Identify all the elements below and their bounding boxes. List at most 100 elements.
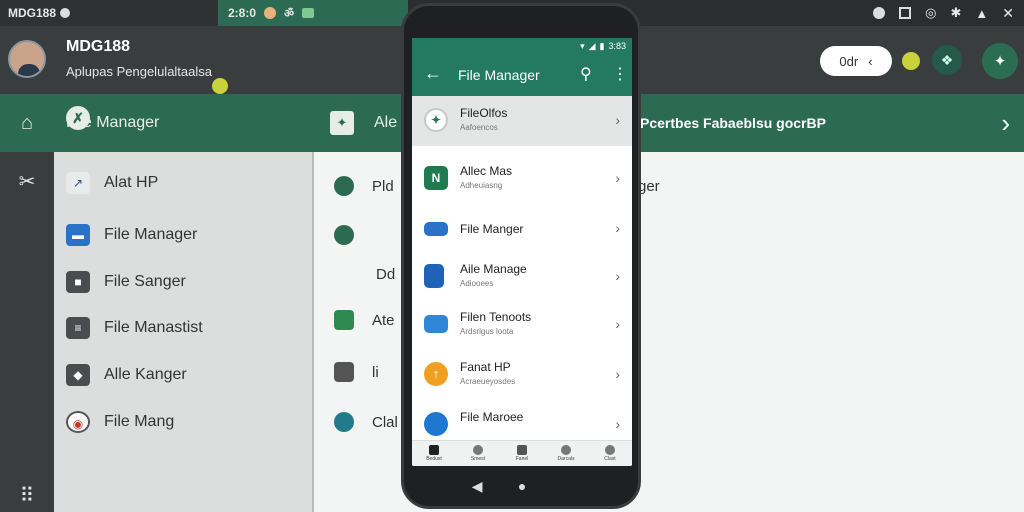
phone-list-item[interactable]: Aile Manage Adiooees › — [412, 252, 632, 302]
fileolfos-icon: ✦ — [424, 108, 448, 132]
phone-list-item[interactable]: Filen Tenoots Ardsrlgus loota › — [412, 300, 632, 350]
wifi-icon[interactable]: ◎ — [925, 5, 936, 21]
content-item[interactable]: li — [334, 358, 379, 386]
home-button-icon[interactable]: ● — [518, 478, 526, 494]
content-item-label: Dd — [376, 265, 396, 283]
chevron-left-icon: ‹ — [868, 53, 873, 69]
phone-item-desc: Aafoencos — [460, 123, 498, 132]
phone-item-name: Filen Tenoots — [460, 310, 532, 324]
phone-item-name: Allec Mas — [460, 164, 513, 178]
system-bar-title: MDG188 — [8, 6, 57, 20]
settings-icon — [605, 445, 615, 455]
bottom-nav-item[interactable]: Smest — [456, 441, 500, 466]
phone-item-name: File Manger — [460, 222, 524, 236]
phone-list-item[interactable]: ✦ FileOlfos Aafoencos › — [412, 96, 632, 146]
bottom-nav-item[interactable]: Darcals — [544, 441, 588, 466]
wifi-icon: ▾ — [580, 40, 585, 51]
list-item-file-mang[interactable]: ◉ File Mang — [66, 407, 174, 437]
more-vert-icon[interactable]: ⋮ — [612, 64, 628, 84]
list-item-label: File Manastist — [104, 319, 203, 336]
list-item-file-manastist[interactable]: ≡ File Manastist — [66, 313, 203, 343]
chevron-right-icon: › — [615, 268, 620, 284]
system-tray: ◎ ✱ ▲ ✕ — [873, 0, 1014, 26]
content-item[interactable]: Dd — [376, 260, 395, 288]
pin-icon: ✦ — [330, 111, 354, 135]
system-bar-center: 2:8:0 ॐ — [218, 0, 408, 26]
content-item-label: li — [372, 363, 379, 381]
list-icon: ≡ — [66, 317, 90, 339]
grid-icon: ⠿ — [19, 484, 35, 507]
content-item-label: Pld — [372, 177, 394, 195]
back-arrow-icon[interactable]: ← — [424, 63, 442, 84]
record-icon — [60, 8, 71, 18]
bottom-nav-label: Clast — [604, 456, 616, 462]
cloud-icon — [334, 176, 354, 196]
phone-bottom-nav: Bedust Smest Fanel Darcals Clast — [412, 440, 632, 466]
list-item-label: File Mang — [104, 413, 175, 430]
chevron-right-icon: › — [615, 366, 620, 382]
phone-status-bar: ▾ ◢ ▮ 3:83 — [412, 38, 632, 54]
content-item[interactable]: Clal — [334, 408, 398, 436]
account-title: MDG188 — [66, 38, 131, 55]
navigation-panel: ✗ File Manager ↗ Alat HP ▬ File Manager … — [54, 94, 312, 512]
settings-icon[interactable]: ✱ — [950, 5, 961, 21]
search-pill[interactable]: 0dr ‹ — [820, 46, 892, 76]
rail-tools[interactable]: ✂ — [0, 152, 54, 210]
back-icon[interactable]: ◀ — [472, 478, 483, 495]
tools-icon: ✂ — [18, 170, 36, 193]
compass-icon — [473, 445, 483, 455]
phone-app-bar: ← File Manager ⚲ ⋮ — [412, 54, 632, 96]
content-item[interactable] — [334, 221, 372, 249]
list-item-alle-kanger[interactable]: ◆ Alle Kanger — [66, 360, 187, 390]
phone-list-item[interactable]: N Allec Mas Adheuiasng › — [412, 154, 632, 204]
home-icon — [429, 445, 439, 455]
chevron-right-icon: › — [615, 220, 620, 236]
phone-app-title: File Manager — [458, 67, 540, 83]
battery-icon[interactable]: ▲ — [975, 6, 988, 21]
close-icon[interactable]: ✕ — [1002, 5, 1014, 22]
share-icon[interactable]: ✦ — [982, 43, 1018, 79]
phone-item-name: Aile Manage — [460, 262, 527, 276]
rail-home[interactable]: ⌂ — [0, 94, 54, 152]
chevron-right-icon[interactable]: › — [1001, 108, 1010, 139]
folder-icon: ▬ — [66, 224, 90, 246]
rail-grid[interactable]: ⠿ — [0, 466, 54, 512]
status-dot-icon — [902, 52, 920, 70]
panel-header[interactable]: ✗ File Manager — [54, 94, 312, 152]
book-icon — [334, 362, 354, 382]
search-icon[interactable]: ⚲ — [580, 64, 592, 84]
bottom-nav-home[interactable]: Bedust — [412, 441, 456, 466]
leaf-icon[interactable]: ❖ — [932, 45, 962, 75]
phone-device: ▾ ◢ ▮ 3:83 ← File Manager ⚲ ⋮ ✦ FileOlfo… — [401, 3, 641, 509]
bottom-nav-label: Smest — [470, 456, 486, 462]
app-icon: N — [424, 166, 448, 190]
phone-item-name: Fanat HP — [460, 360, 511, 374]
chevron-right-icon: › — [615, 316, 620, 332]
list-item-file-manager[interactable]: ▬ File Manager — [66, 220, 197, 250]
list-item-label: File Manager — [104, 226, 198, 243]
file-icon: ■ — [66, 271, 90, 293]
phone-item-desc: Adiooees — [460, 279, 494, 288]
list-item-alat-hp[interactable]: ↗ Alat HP — [66, 168, 158, 198]
content-item-label: Ate — [372, 311, 395, 329]
cloud-icon — [334, 412, 354, 432]
phone-list-item[interactable]: File Manger › — [412, 204, 632, 254]
bottom-nav-item[interactable]: Clast — [588, 441, 632, 466]
list-item-label: Alle Kanger — [104, 366, 187, 383]
content-header-label: Ale — [374, 114, 398, 131]
mute-icon: ॐ — [284, 7, 295, 20]
account-subtitle: Aplupas Pengelulaltaalsa — [66, 64, 212, 79]
content-item[interactable]: Pld — [334, 172, 394, 200]
bottom-nav-item[interactable]: Fanel — [500, 441, 544, 466]
clock-icon[interactable] — [873, 7, 886, 19]
content-item[interactable]: Ate — [334, 306, 395, 334]
doc-icon — [424, 264, 444, 288]
left-rail: ⌂ ✂ ⠿ — [0, 94, 54, 512]
avatar[interactable] — [8, 40, 46, 78]
phone-item-name: File Maroee — [460, 410, 524, 424]
phone-list-item[interactable]: ↑ Fanat HP Acraeueyosdes › — [412, 350, 632, 400]
chat-icon — [302, 8, 315, 18]
chevron-right-icon: › — [615, 112, 620, 128]
box-icon[interactable] — [899, 7, 912, 19]
list-item-file-sanger[interactable]: ■ File Sanger — [66, 267, 186, 297]
